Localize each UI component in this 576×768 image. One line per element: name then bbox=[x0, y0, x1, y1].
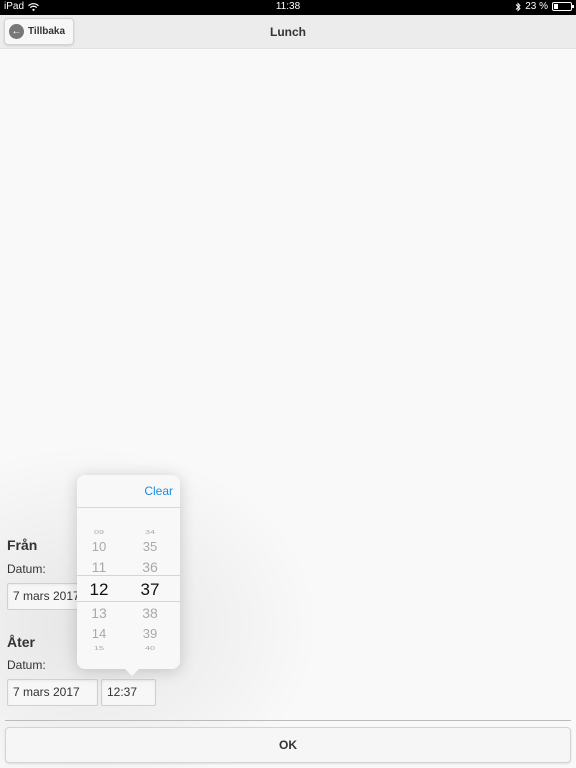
from-section-title: Från bbox=[7, 537, 38, 553]
to-section-title: Åter bbox=[7, 634, 36, 650]
status-time: 11:38 bbox=[275, 1, 301, 12]
ok-button[interactable]: OK bbox=[5, 727, 571, 763]
to-time-input[interactable]: 12:37 bbox=[101, 679, 156, 706]
hour-option[interactable]: 09 bbox=[77, 529, 121, 535]
hour-option[interactable]: 12 bbox=[77, 580, 121, 600]
minute-option[interactable]: 36 bbox=[128, 559, 172, 575]
picker-toolbar: Clear bbox=[77, 475, 180, 508]
hour-option[interactable]: 10 bbox=[77, 539, 121, 554]
from-date-label: Datum: bbox=[7, 562, 46, 576]
minute-option[interactable]: 40 bbox=[128, 645, 172, 651]
battery-level bbox=[554, 4, 558, 9]
footer-divider bbox=[5, 720, 571, 721]
hour-option[interactable]: 11 bbox=[77, 559, 121, 575]
minute-option[interactable]: 38 bbox=[128, 605, 172, 621]
time-picker-popover[interactable]: Clear 09 10 11 12 13 14 15 34 35 36 37 38 39 40 bbox=[77, 475, 180, 676]
battery-percent: 23 % bbox=[525, 1, 548, 12]
page-title: Lunch bbox=[270, 25, 306, 39]
bluetooth-icon bbox=[515, 1, 521, 12]
minute-option[interactable]: 35 bbox=[128, 539, 172, 554]
header-bar: ← Tillbaka Lunch bbox=[0, 15, 576, 49]
minute-option[interactable]: 39 bbox=[128, 626, 172, 641]
hour-option[interactable]: 13 bbox=[77, 605, 121, 621]
status-bar: iPad 11:38 23 % bbox=[0, 0, 576, 15]
minute-option[interactable]: 37 bbox=[128, 580, 172, 600]
popover-arrow bbox=[124, 668, 140, 676]
battery-icon bbox=[552, 2, 574, 11]
clear-button[interactable]: Clear bbox=[144, 484, 173, 498]
to-date-label: Datum: bbox=[7, 658, 46, 672]
minute-option[interactable]: 34 bbox=[128, 529, 172, 535]
hour-option[interactable]: 15 bbox=[77, 645, 121, 651]
to-date-input[interactable]: 7 mars 2017 bbox=[7, 679, 98, 706]
status-right: 23 % bbox=[515, 1, 574, 12]
hour-option[interactable]: 14 bbox=[77, 626, 121, 641]
